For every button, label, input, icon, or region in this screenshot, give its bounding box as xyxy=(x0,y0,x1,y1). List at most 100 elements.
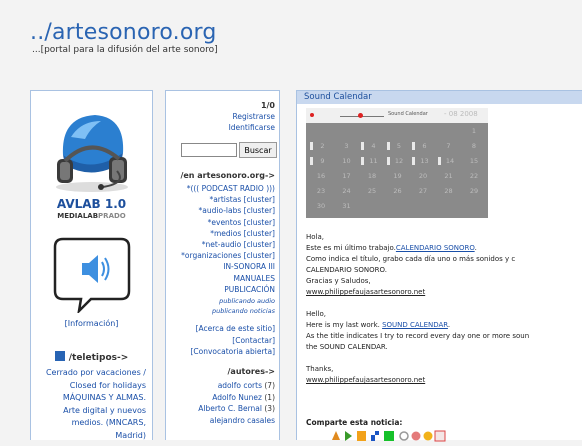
calendar-month: - 08 2008 xyxy=(444,110,478,118)
calendar-day[interactable]: 21 xyxy=(438,172,460,180)
calendar-day[interactable]: 27 xyxy=(412,187,434,195)
calendar-day[interactable]: 1 xyxy=(463,127,485,135)
share-blinklist-icon[interactable] xyxy=(371,431,379,441)
author-item[interactable]: Alberto C. Bernal (3) xyxy=(198,403,275,414)
teletipos-item[interactable]: Madrid) xyxy=(31,430,146,443)
authors-title: /autores-> xyxy=(227,367,276,376)
section-item-manuales[interactable]: MANUALES xyxy=(233,273,275,284)
en-line-1-pre: Here is my last work. xyxy=(306,321,383,329)
contact-link[interactable]: [Contactar] xyxy=(232,335,275,346)
author-name[interactable]: adolfo corts xyxy=(218,381,262,390)
avlab-title[interactable]: AVLAB 1.0 xyxy=(31,197,152,211)
calendar-day[interactable]: 8 xyxy=(463,142,485,150)
calendario-sonoro-link[interactable]: CALENDARIO SONORO xyxy=(396,244,475,252)
es-line-1-post: . xyxy=(474,244,477,252)
es-line-2: Como indica el título, grabo cada día un… xyxy=(306,255,516,263)
teletipos-title: /teletipos-> xyxy=(68,353,129,363)
author-name[interactable]: alejandro casales xyxy=(210,416,275,425)
calendar-day[interactable]: 22 xyxy=(463,172,485,180)
calendar-day[interactable]: 31 xyxy=(336,202,358,210)
page-indicator: 1/0 xyxy=(260,101,275,110)
author-item[interactable]: Adolfo Nunez (1) xyxy=(212,392,275,403)
calendar-day[interactable]: 19 xyxy=(387,172,409,180)
section-item-in-sonora[interactable]: IN-SONORA III xyxy=(223,261,275,272)
es-line-3: CALENDARIO SONORO. xyxy=(306,266,387,274)
calendar-day[interactable]: 26 xyxy=(387,187,409,195)
calendar-day[interactable]: 11 xyxy=(361,157,383,165)
calendar-day[interactable]: 20 xyxy=(412,172,434,180)
about-link[interactable]: [Acerca de este sitio] xyxy=(196,323,275,334)
share-stumble-icon[interactable] xyxy=(384,431,394,441)
calendar-topbar: Sound Calendar - 08 2008 xyxy=(306,108,488,123)
section-item-audio-labs[interactable]: *audio-labs [cluster] xyxy=(199,205,275,216)
avlab-sub-bold: MEDIALAB xyxy=(57,212,99,220)
en-line-2: As the title indicates I try to record e… xyxy=(306,332,530,340)
calendar-day[interactable]: 5 xyxy=(386,142,409,150)
calendar-day[interactable]: 18 xyxy=(361,172,383,180)
calendar-day[interactable]: 6 xyxy=(412,142,434,150)
search-input[interactable] xyxy=(181,143,237,157)
calendar-day[interactable]: 29 xyxy=(463,187,485,195)
calendar-day[interactable]: 25 xyxy=(361,187,383,195)
calendar-day[interactable]: 16 xyxy=(310,172,332,180)
avlab-helmet-logo[interactable] xyxy=(51,105,133,193)
teletipos-item[interactable]: medios. (MNCARS, xyxy=(31,417,146,430)
teletipos-item[interactable]: Closed for holidays xyxy=(31,380,146,393)
calendar-day[interactable]: 2 xyxy=(310,142,332,150)
section-item-organizaciones[interactable]: *organizaciones [cluster] xyxy=(181,250,275,261)
section-item-medios[interactable]: *medios [cluster] xyxy=(210,228,275,239)
teletipos-item[interactable]: Arte digital y nuevos xyxy=(31,405,146,418)
article-title[interactable]: Sound Calendar xyxy=(297,91,582,104)
author-item[interactable]: alejandro casales xyxy=(210,415,275,426)
login-link[interactable]: Identificarse xyxy=(229,122,275,133)
es-url-link[interactable]: www.philippefaujasartesonoro.net xyxy=(306,287,425,298)
teletipos-item[interactable]: Cerrado por vacaciones / xyxy=(31,367,146,380)
open-call-link[interactable]: [Convocatoria abierta] xyxy=(190,346,275,357)
section-item-eventos[interactable]: *eventos [cluster] xyxy=(208,217,275,228)
info-link[interactable]: [Información] xyxy=(31,319,152,328)
site-subtitle: ...[portal para la difusión del arte son… xyxy=(32,45,218,55)
calendar-day[interactable]: 10 xyxy=(336,157,358,165)
calendar-day[interactable]: 28 xyxy=(438,187,460,195)
section-item-net-audio[interactable]: *net-audio [cluster] xyxy=(202,239,275,250)
calendar-day[interactable]: 23 xyxy=(310,187,332,195)
avlab-subtitle: MEDIALABPRADO xyxy=(31,212,152,220)
share-meneame-icon[interactable] xyxy=(345,431,352,441)
share-google-icon[interactable] xyxy=(434,430,446,442)
calendar-day[interactable]: 14 xyxy=(437,157,460,165)
calendar-day[interactable]: 9 xyxy=(310,157,332,165)
register-link[interactable]: Registrarse xyxy=(233,111,275,122)
speaker-speech-bubble-icon[interactable] xyxy=(53,237,131,313)
en-greeting: Hello, xyxy=(306,310,326,318)
sound-calendar-link[interactable]: SOUND CALENDAR xyxy=(382,321,448,329)
sound-calendar-image[interactable]: Sound Calendar - 08 2008 1 2 3 4 5 6 7 8 9 10 11 12… xyxy=(306,108,488,218)
calendar-day[interactable]: 13 xyxy=(412,157,434,165)
share-reddit-icon[interactable] xyxy=(411,431,421,441)
calendar-day[interactable]: 7 xyxy=(438,142,460,150)
section-item-podcast[interactable]: *((( PODCAST RADIO ))) xyxy=(187,183,275,194)
search-button[interactable]: Buscar xyxy=(239,142,277,158)
teletipos-item[interactable]: MÁQUINAS Y ALMAS. xyxy=(31,392,146,405)
share-yahoo-icon[interactable] xyxy=(423,431,433,441)
calendar-day[interactable]: 24 xyxy=(336,187,358,195)
author-item[interactable]: adolfo corts (7) xyxy=(218,380,275,391)
en-url-link[interactable]: www.philippefaujasartesonoro.net xyxy=(306,375,425,386)
author-name[interactable]: Alberto C. Bernal xyxy=(198,404,262,413)
section-item-artistas[interactable]: *artistas [cluster] xyxy=(209,194,275,205)
calendar-day[interactable]: 3 xyxy=(336,142,358,150)
site-title[interactable]: ../artesonoro.org xyxy=(30,20,217,45)
calendar-day[interactable]: 12 xyxy=(386,157,409,165)
author-count: (1) xyxy=(264,392,275,402)
share-digg-icon[interactable] xyxy=(357,431,366,441)
calendar-day[interactable]: 30 xyxy=(310,202,332,210)
calendar-day[interactable]: 4 xyxy=(361,142,383,150)
author-name[interactable]: Adolfo Nunez xyxy=(212,393,262,402)
es-line-1-pre: Este es mi último trabajo. xyxy=(306,244,396,252)
calendar-day[interactable]: 17 xyxy=(336,172,358,180)
calendar-day[interactable]: 15 xyxy=(463,157,485,165)
publicando-noticias-link[interactable]: publicando noticias xyxy=(212,306,275,317)
rss-icon[interactable] xyxy=(54,351,65,361)
section-item-publicacion[interactable]: PUBLICACIÓN xyxy=(224,284,275,295)
teletipos-heading[interactable]: /teletipos-> xyxy=(31,351,152,363)
share-icons xyxy=(331,427,451,446)
